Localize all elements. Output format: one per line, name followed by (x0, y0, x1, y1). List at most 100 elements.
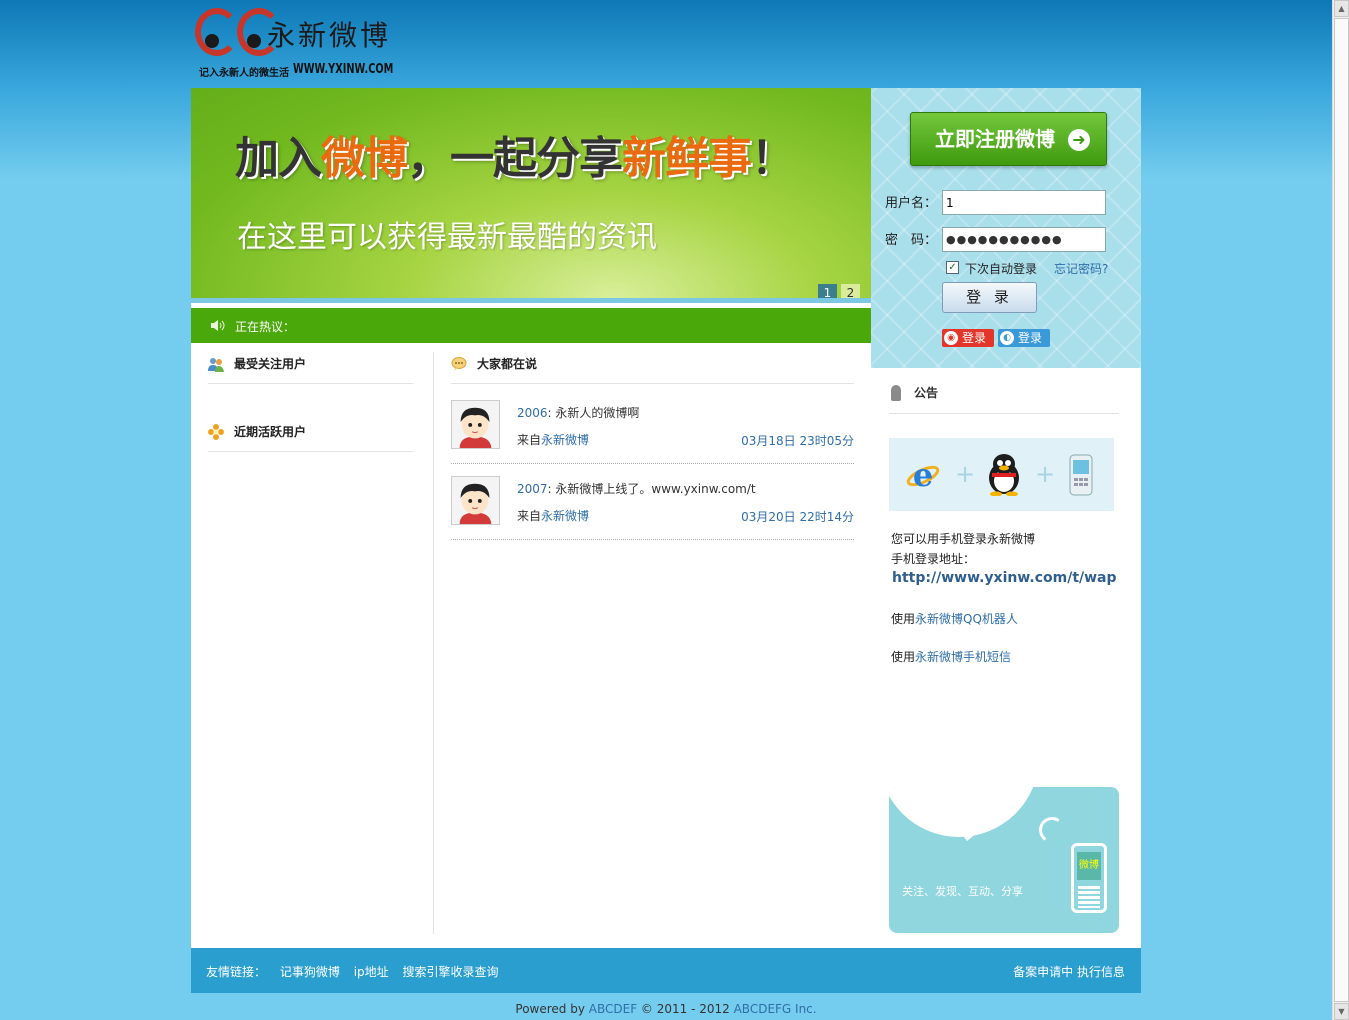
post-text: 永新人的微博啊 (555, 406, 640, 420)
post-content: 2006: 永新人的微博啊 (517, 406, 640, 420)
execution-info[interactable]: 执行信息 (1077, 965, 1125, 979)
phone-icon: 微博 (1071, 843, 1107, 913)
slide-indicator-1[interactable]: 1 (818, 284, 837, 298)
forgot-password-link[interactable]: 忘记密码? (1054, 260, 1108, 277)
username-label: 用户名： (885, 196, 938, 211)
post-source-prefix: 来自 (517, 433, 542, 447)
svg-text:e: e (913, 456, 933, 494)
slide-indicator-2[interactable]: 2 (841, 284, 860, 298)
scrollbar-thumb[interactable] (1334, 18, 1349, 1002)
login-panel: 立即注册微博 ➜ 用户名： 密 码： ●●●●●●●●●●● ✓ 下次自动登录 … (871, 88, 1141, 368)
ie-browser-icon: e (906, 456, 940, 494)
promo-slogan: 关注、发现、互动、分享 (902, 885, 1023, 898)
mobile-promo-banner[interactable]: 关注、发现、互动、分享 微博 (889, 787, 1119, 933)
remember-me-label[interactable]: 下次自动登录 (965, 260, 1037, 277)
access-methods-banner: e + + (889, 438, 1114, 511)
logo-site-url: WWW.YXINW.COM (293, 62, 394, 77)
active-users-section: 近期活跃用户 (208, 418, 413, 452)
chat-bubble-icon (451, 357, 467, 371)
notice-header: 公告 (889, 382, 1119, 414)
qq-login-label: 登录 (1018, 331, 1043, 345)
everyone-says-title: 大家都在说 (477, 357, 538, 371)
banner-title-part: ，一起分享 (407, 133, 623, 184)
icp-status[interactable]: 备案申请中 (1013, 965, 1073, 979)
mobile-phone-icon (1069, 454, 1093, 496)
main-container: 加入微博，一起分享新鲜事！ 在这里可以获得最新最酷的资讯 1 2 正在热议： 最… (191, 88, 1141, 948)
banner-title-highlight: 微博 (321, 133, 408, 184)
post-source-prefix: 来自 (517, 509, 542, 523)
sms-link[interactable]: 永新微博手机短信 (915, 650, 1011, 664)
post-source: 来自永新微博 (517, 507, 589, 524)
avatar[interactable] (451, 476, 500, 525)
banner[interactable]: 加入微博，一起分享新鲜事！ 在这里可以获得最新最酷的资讯 1 2 (191, 88, 871, 303)
post-time[interactable]: 03月18日 23时05分 (741, 432, 854, 449)
plus-icon: + (955, 460, 976, 488)
banner-title-highlight: 新鲜事 (622, 133, 752, 184)
signal-waves-icon (1036, 814, 1068, 846)
friend-link[interactable]: ip地址 (354, 965, 389, 979)
friend-links-label: 友情链接： (206, 965, 267, 979)
notice-line-1: 您可以用手机登录永新微博 (891, 532, 1036, 546)
friend-link[interactable]: 记事狗微博 (280, 965, 340, 979)
friend-link[interactable]: 搜索引擎收录查询 (402, 965, 498, 979)
post-time[interactable]: 03月20日 22时14分 (741, 508, 854, 525)
company-link[interactable]: ABCDEFG Inc. (734, 1002, 817, 1016)
avatar-face-icon (452, 401, 499, 448)
post-text: 永新微博上线了。www.yxinw.com/t (555, 482, 756, 496)
post-source-link[interactable]: 永新微博 (541, 509, 589, 523)
login-button[interactable]: 登 录 (942, 282, 1037, 313)
banner-subtitle: 在这里可以获得最新最酷的资讯 (237, 220, 657, 255)
scroll-up-arrow-icon[interactable]: ▲ (1334, 0, 1349, 17)
plus-icon: + (1035, 460, 1056, 488)
tencent-weibo-login-button[interactable]: ◐ 登录 (998, 329, 1050, 347)
notice-qq-robot: 使用永新微博QQ机器人 (891, 610, 1018, 627)
avatar[interactable] (451, 400, 500, 449)
banner-title-part: ！ (751, 133, 795, 184)
friend-links: 友情链接： 记事狗微博 ip地址 搜索引擎收录查询 (206, 963, 508, 980)
password-input[interactable]: ●●●●●●●●●●● (942, 227, 1106, 252)
sina-login-label: 登录 (962, 331, 987, 345)
wap-url-link[interactable]: http://www.yxinw.com/t/wap (892, 570, 1117, 586)
register-button[interactable]: 立即注册微博 ➜ (910, 112, 1107, 166)
logo-text: 永新微博 (267, 19, 392, 52)
microphone-icon (891, 385, 901, 401)
arrow-right-icon: ➜ (1068, 129, 1090, 151)
users-icon (208, 358, 224, 372)
remember-me-checkbox[interactable]: ✓ (946, 261, 959, 274)
phone-screen-label: 微博 (1077, 852, 1101, 880)
banner-title-part: 加入 (235, 133, 322, 184)
notice-title: 公告 (914, 386, 939, 400)
center-column: 大家都在说 2006: 永新人的微博啊 来自永新微博 03月18日 23时05分… (451, 350, 854, 540)
everyone-says-section: 大家都在说 (451, 350, 854, 384)
qq-robot-prefix: 使用 (891, 612, 916, 626)
popular-users-section: 最受关注用户 (208, 350, 413, 384)
post-user-link[interactable]: 2007 (517, 482, 548, 496)
phone-keypad (1078, 886, 1100, 908)
sina-weibo-icon: ◉ (944, 331, 958, 345)
flower-icon (208, 424, 224, 440)
qq-robot-link[interactable]: 永新微博QQ机器人 (915, 612, 1018, 626)
powered-brand-link[interactable]: ABCDEF (589, 1002, 637, 1016)
post-user-link[interactable]: 2006 (517, 406, 548, 420)
post-source-link[interactable]: 永新微博 (541, 433, 589, 447)
feed-post: 2006: 永新人的微博啊 来自永新微博 03月18日 23时05分 (451, 388, 854, 464)
speech-bubble-tail (955, 825, 987, 841)
scroll-down-arrow-icon[interactable]: ▼ (1334, 1003, 1349, 1020)
speaker-icon (211, 320, 225, 331)
sms-prefix: 使用 (891, 650, 916, 664)
post-source: 来自永新微博 (517, 431, 589, 448)
logo-c-icon (195, 8, 239, 56)
active-users-title: 近期活跃用户 (234, 425, 307, 439)
hot-topics-bar: 正在热议： (191, 308, 871, 343)
password-label: 密 码： (885, 233, 938, 248)
avatar-face-icon (452, 477, 499, 524)
site-footer: 友情链接： 记事狗微博 ip地址 搜索引擎收录查询 备案申请中 执行信息 (191, 948, 1141, 993)
site-header: 永新微博 记入永新人的微生活 WWW.YXINW.COM (191, 0, 1141, 88)
username-input[interactable] (942, 190, 1106, 215)
register-button-label: 立即注册微博 (935, 127, 1055, 151)
sina-weibo-login-button[interactable]: ◉ 登录 (942, 329, 994, 347)
popular-users-title: 最受关注用户 (234, 357, 307, 371)
notice-line-2: 手机登录地址： (891, 552, 976, 566)
powered-by: Powered by ABCDEF © 2011 - 2012 ABCDEFG … (0, 1002, 1332, 1016)
page-scrollbar[interactable]: ▲ ▼ (1332, 0, 1349, 1020)
